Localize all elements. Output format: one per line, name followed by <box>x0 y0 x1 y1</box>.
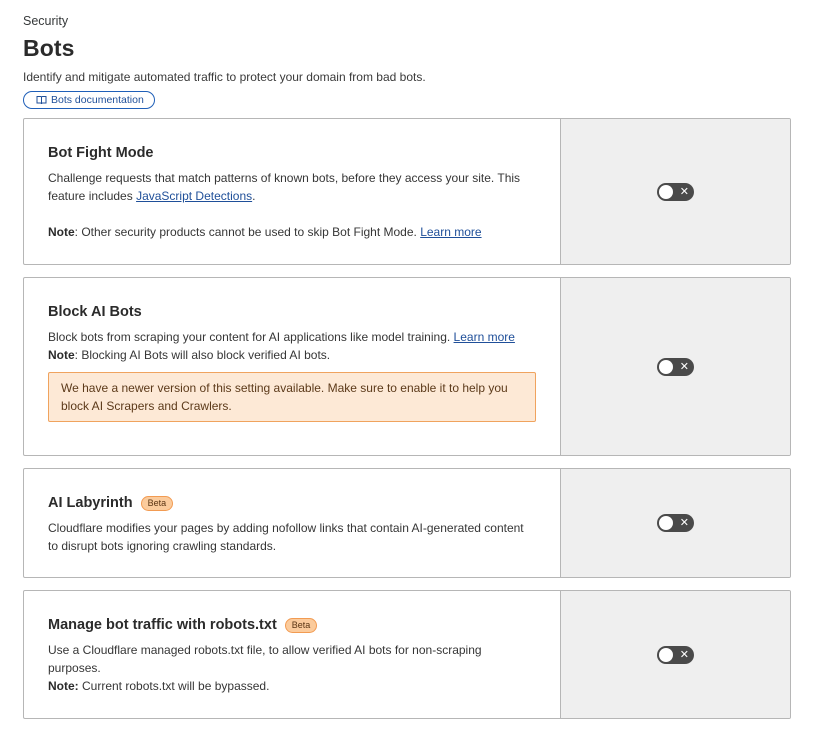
description-suffix: . <box>252 189 256 203</box>
note-text: : Other security products cannot be used… <box>74 225 421 239</box>
ai-labyrinth-toggle[interactable]: ✕ <box>657 514 694 532</box>
card-description: Challenge requests that match patterns o… <box>48 169 536 205</box>
toggle-knob <box>659 647 673 662</box>
card-description: Cloudflare modifies your pages by adding… <box>48 521 524 553</box>
card-note: Note: Other security products cannot be … <box>48 223 536 241</box>
toggle-knob <box>659 184 673 199</box>
breadcrumb[interactable]: Security <box>23 14 793 28</box>
card-content: Bot Fight Mode Challenge requests that m… <box>24 119 561 264</box>
toggle-knob <box>659 516 673 530</box>
card-note: Note: Current robots.txt will be bypasse… <box>48 677 536 695</box>
description-text: Block bots from scraping your content fo… <box>48 330 454 344</box>
bots-documentation-link[interactable]: Bots documentation <box>23 91 155 109</box>
card-description: Block bots from scraping your content fo… <box>48 328 536 346</box>
newer-version-warning: We have a newer version of this setting … <box>48 372 536 422</box>
block-ai-bots-card: Block AI Bots Block bots from scraping y… <box>23 277 791 456</box>
close-icon: ✕ <box>679 517 689 529</box>
card-description: Use a Cloudflare managed robots.txt file… <box>48 643 482 675</box>
page-title: Bots <box>23 35 75 61</box>
note-text: Current robots.txt will be bypassed. <box>78 679 270 693</box>
toggle-panel: ✕ <box>561 278 790 455</box>
close-icon: ✕ <box>679 648 689 661</box>
learn-more-link[interactable]: Learn more <box>454 330 515 344</box>
card-content: Block AI Bots Block bots from scraping y… <box>24 278 561 455</box>
card-content: Manage bot traffic with robots.txt Beta … <box>24 591 561 718</box>
beta-badge: Beta <box>284 617 318 633</box>
robots-txt-card: Manage bot traffic with robots.txt Beta … <box>23 590 791 719</box>
javascript-detections-link[interactable]: JavaScript Detections <box>136 189 252 203</box>
learn-more-link[interactable]: Learn more <box>420 225 481 239</box>
block-ai-bots-toggle[interactable]: ✕ <box>657 357 694 376</box>
toggle-knob <box>659 359 673 374</box>
bot-fight-mode-toggle[interactable]: ✕ <box>657 182 694 201</box>
robots-txt-toggle[interactable]: ✕ <box>657 645 694 664</box>
note-label: Note: <box>48 679 79 693</box>
note-label: Note <box>48 348 75 362</box>
card-note: Note: Blocking AI Bots will also block v… <box>48 346 536 364</box>
card-title: Block AI Bots <box>48 304 142 320</box>
toggle-panel: ✕ <box>561 119 790 264</box>
card-title: Bot Fight Mode <box>48 145 154 161</box>
page-header: Security Bots Identify and mitigate auto… <box>23 14 793 110</box>
card-title: Manage bot traffic with robots.txt Beta <box>48 617 536 633</box>
description-text: Challenge requests that match patterns o… <box>48 171 521 203</box>
card-title-text: AI Labyrinth <box>48 495 133 511</box>
toggle-panel: ✕ <box>561 591 790 718</box>
card-content: AI Labyrinth Beta Cloudflare modifies yo… <box>24 469 561 577</box>
ai-labyrinth-card: AI Labyrinth Beta Cloudflare modifies yo… <box>23 468 791 578</box>
close-icon: ✕ <box>679 185 689 198</box>
note-text: : Blocking AI Bots will also block verif… <box>74 348 331 362</box>
toggle-panel: ✕ <box>561 469 790 577</box>
card-title-text: Manage bot traffic with robots.txt <box>48 617 277 633</box>
bots-documentation-label: Bots documentation <box>51 94 144 106</box>
note-label: Note <box>48 225 75 239</box>
beta-badge: Beta <box>140 495 174 511</box>
book-icon <box>36 95 47 105</box>
bot-fight-mode-card: Bot Fight Mode Challenge requests that m… <box>23 118 791 265</box>
card-title: AI Labyrinth Beta <box>48 495 536 511</box>
close-icon: ✕ <box>679 360 689 373</box>
page-subtitle: Identify and mitigate automated traffic … <box>23 70 426 84</box>
